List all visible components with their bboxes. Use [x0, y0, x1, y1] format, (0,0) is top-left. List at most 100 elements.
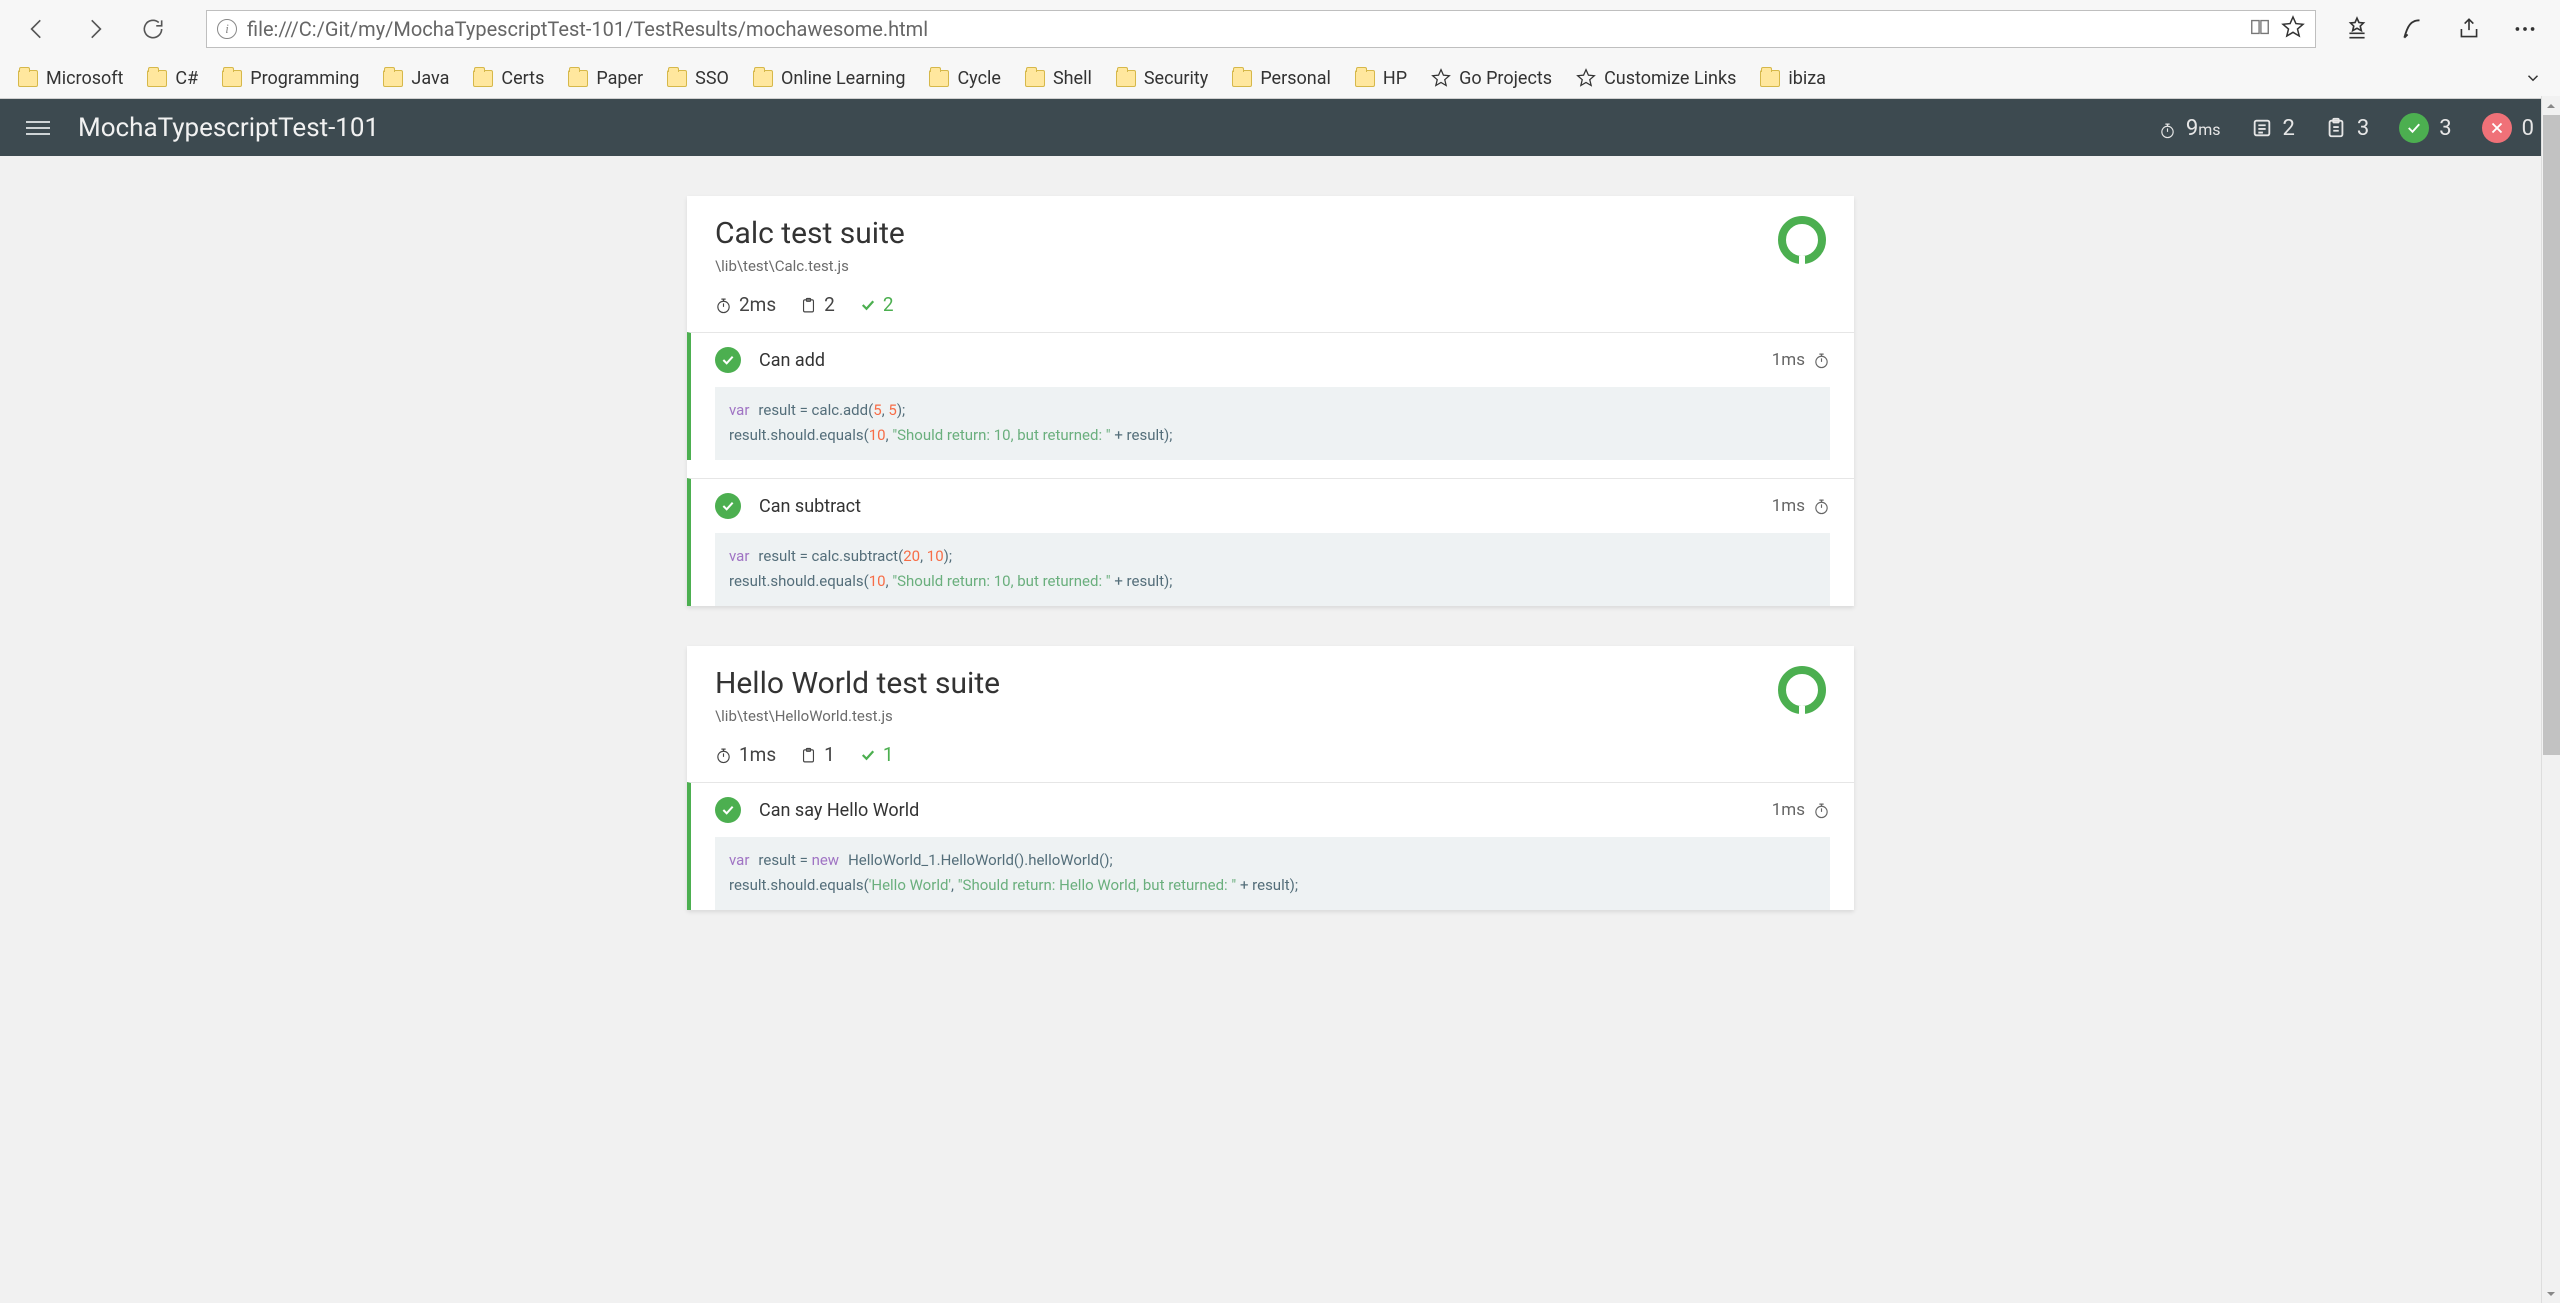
address-bar[interactable]: i file:///C:/Git/my/MochaTypescriptTest-…: [206, 10, 2316, 48]
hamburger-menu-icon[interactable]: [26, 117, 50, 139]
bookmark-item[interactable]: Microsoft: [18, 68, 123, 89]
suite-header[interactable]: Calc test suite \lib\test\Calc.test.js 2ms…: [687, 196, 1854, 332]
pass-check-icon: [715, 797, 741, 823]
stat-tests: 3: [2325, 116, 2369, 141]
test-name: Can add: [759, 350, 1772, 371]
bookmark-label: SSO: [695, 68, 729, 89]
report-title: MochaTypescriptTest-101: [78, 113, 379, 143]
bookmarks-overflow-button[interactable]: [2524, 69, 2542, 87]
stat-passed: 3: [2399, 113, 2451, 143]
pass-check-icon: [715, 347, 741, 373]
suite-pass-count: 2: [859, 293, 894, 316]
bookmark-item[interactable]: Certs: [473, 68, 544, 89]
star-icon: [1431, 68, 1451, 88]
bookmark-item[interactable]: ibiza: [1760, 68, 1826, 89]
report-stats: 9ms 2 3 3 0: [2159, 113, 2534, 143]
test-case: Can add1msvar result = calc.add(5, 5); r…: [687, 332, 1854, 460]
suite-title: Calc test suite: [715, 216, 1826, 251]
bookmark-item[interactable]: Cycle: [929, 68, 1000, 89]
test-code: var result = new HelloWorld_1.HelloWorld…: [715, 837, 1830, 910]
vertical-scrollbar[interactable]: [2541, 96, 2560, 1303]
folder-icon: [222, 70, 242, 87]
bookmark-label: HP: [1383, 68, 1407, 89]
bookmark-label: Certs: [501, 68, 544, 89]
test-row[interactable]: Can subtract1ms: [691, 479, 1854, 533]
bookmark-item[interactable]: Online Learning: [753, 68, 906, 89]
folder-icon: [1116, 70, 1136, 87]
bookmark-item[interactable]: Security: [1116, 68, 1208, 89]
test-code: var result = calc.subtract(20, 10); resu…: [715, 533, 1830, 606]
stopwatch-icon: [1813, 498, 1830, 515]
folder-icon: [18, 70, 38, 87]
back-button[interactable]: [12, 4, 62, 54]
favorite-star-icon[interactable]: [2281, 15, 2305, 43]
fail-circle-icon: [2482, 113, 2512, 143]
bookmark-item[interactable]: Personal: [1232, 68, 1331, 89]
suite-test-count: 2: [800, 293, 835, 316]
stat-failed: 0: [2482, 113, 2534, 143]
bookmark-item[interactable]: SSO: [667, 68, 729, 89]
folder-icon: [473, 70, 493, 87]
favorites-list-icon[interactable]: [2344, 16, 2370, 42]
bookmark-item[interactable]: HP: [1355, 68, 1407, 89]
bookmark-item[interactable]: C#: [147, 68, 198, 89]
test-case: Can subtract1msvar result = calc.subtrac…: [687, 478, 1854, 606]
notes-icon[interactable]: [2400, 16, 2426, 42]
scroll-up-button[interactable]: [2542, 96, 2560, 115]
suite-file-path: \lib\test\HelloWorld.test.js: [715, 707, 1826, 725]
folder-icon: [568, 70, 588, 87]
suite-meta: 1ms11: [715, 743, 1826, 766]
test-row[interactable]: Can add1ms: [691, 333, 1854, 387]
bookmark-label: C#: [175, 68, 198, 89]
suite-pass-count: 1: [859, 743, 894, 766]
bookmark-item[interactable]: Shell: [1025, 68, 1092, 89]
scroll-down-button[interactable]: [2542, 1284, 2560, 1303]
bookmark-item[interactable]: Programming: [222, 68, 359, 89]
clipboard-icon: [800, 296, 817, 313]
suite-title: Hello World test suite: [715, 666, 1826, 701]
refresh-button[interactable]: [128, 4, 178, 54]
star-icon: [1576, 68, 1596, 88]
test-case: Can say Hello World1msvar result = new H…: [687, 782, 1854, 910]
test-name: Can say Hello World: [759, 800, 1772, 821]
stat-suites: 2: [2251, 116, 2295, 141]
suite-file-path: \lib\test\Calc.test.js: [715, 257, 1826, 275]
bookmark-label: Shell: [1053, 68, 1092, 89]
report-body: Calc test suite \lib\test\Calc.test.js 2ms…: [0, 156, 2541, 1303]
page-info-icon[interactable]: i: [217, 19, 237, 39]
bookmark-item[interactable]: Go Projects: [1431, 68, 1552, 89]
scroll-thumb[interactable]: [2543, 115, 2560, 755]
bookmark-label: Security: [1144, 68, 1208, 89]
folder-icon: [1355, 70, 1375, 87]
stat-duration: 9ms: [2159, 116, 2221, 141]
suite-header[interactable]: Hello World test suite \lib\test\HelloWor…: [687, 646, 1854, 782]
folder-icon: [753, 70, 773, 87]
stopwatch-icon: [715, 746, 732, 763]
share-icon[interactable]: [2456, 16, 2482, 42]
bookmark-label: Java: [411, 68, 449, 89]
suites-icon: [2251, 117, 2273, 139]
suite-test-count: 1: [800, 743, 835, 766]
test-suite: Hello World test suite \lib\test\HelloWor…: [687, 646, 1854, 910]
report-header: MochaTypescriptTest-101 9ms 2 3 3 0: [0, 99, 2560, 157]
bookmark-label: Paper: [596, 68, 643, 89]
stopwatch-icon: [1813, 802, 1830, 819]
bookmark-item[interactable]: Customize Links: [1576, 68, 1736, 89]
browser-chrome: i file:///C:/Git/my/MochaTypescriptTest-…: [0, 0, 2560, 99]
test-code: var result = calc.add(5, 5); result.shou…: [715, 387, 1830, 460]
test-name: Can subtract: [759, 496, 1772, 517]
more-icon[interactable]: [2512, 16, 2538, 42]
reading-view-icon[interactable]: [2249, 16, 2271, 42]
stopwatch-icon: [1813, 352, 1830, 369]
url-text: file:///C:/Git/my/MochaTypescriptTest-10…: [247, 17, 2239, 41]
forward-button[interactable]: [70, 4, 120, 54]
bookmark-label: Cycle: [957, 68, 1000, 89]
bookmark-item[interactable]: Paper: [568, 68, 643, 89]
bookmark-item[interactable]: Java: [383, 68, 449, 89]
test-duration: 1ms: [1772, 496, 1830, 516]
folder-icon: [1232, 70, 1252, 87]
suite-duration: 2ms: [715, 293, 776, 316]
bookmark-label: ibiza: [1788, 68, 1826, 89]
suite-chart-icon: [1778, 666, 1826, 714]
test-row[interactable]: Can say Hello World1ms: [691, 783, 1854, 837]
